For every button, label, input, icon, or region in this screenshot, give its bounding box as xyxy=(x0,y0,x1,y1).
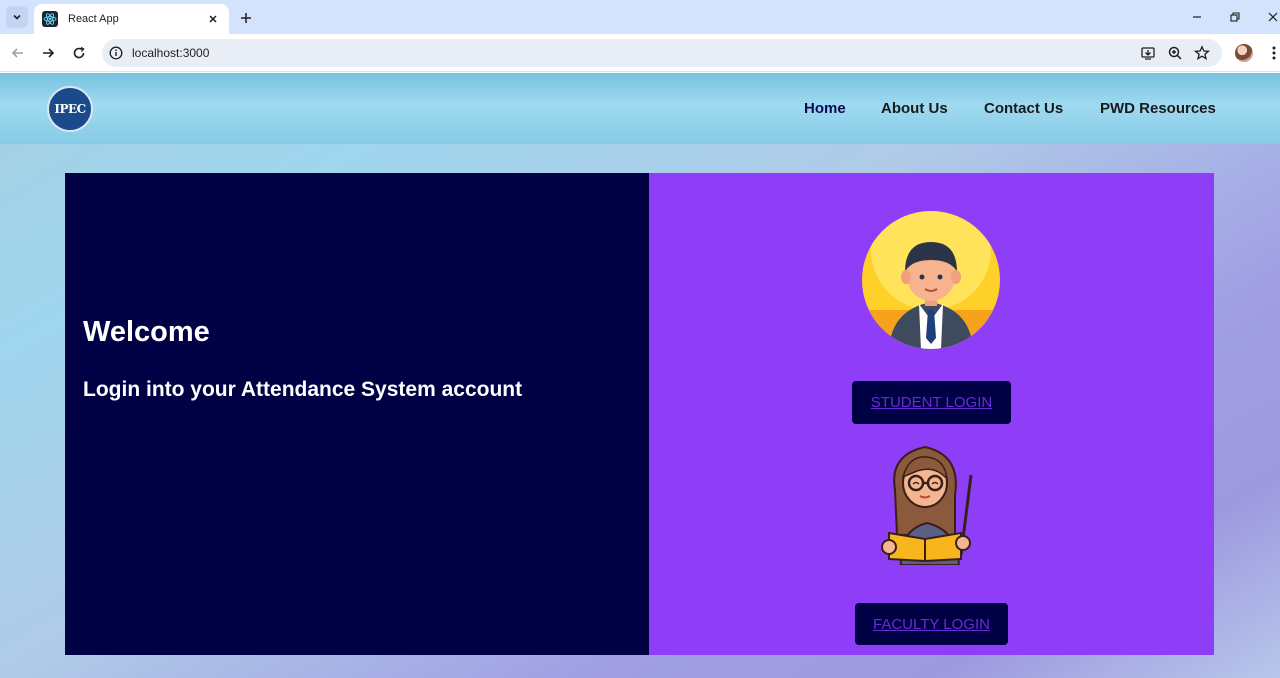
back-icon[interactable] xyxy=(8,43,28,63)
install-app-icon[interactable] xyxy=(1140,45,1156,61)
faculty-login-button[interactable]: FACULTY LOGIN xyxy=(855,603,1008,645)
profile-avatar[interactable] xyxy=(1235,44,1253,62)
site-header: IPEC Home About Us Contact Us PWD Resour… xyxy=(0,73,1280,144)
welcome-subtitle: Login into your Attendance System accoun… xyxy=(83,378,523,401)
forward-icon[interactable] xyxy=(38,43,58,63)
close-tab-icon[interactable] xyxy=(205,11,221,27)
reload-icon[interactable] xyxy=(69,43,89,63)
page-viewport: IPEC Home About Us Contact Us PWD Resour… xyxy=(0,73,1280,678)
minimize-icon[interactable] xyxy=(1187,8,1207,26)
url-text: localhost:3000 xyxy=(132,46,210,60)
tab-title: React App xyxy=(68,13,119,25)
restore-icon[interactable] xyxy=(1225,8,1245,26)
bookmark-star-icon[interactable] xyxy=(1194,45,1210,61)
login-panel: STUDENT LOGIN FACULTY LOGIN xyxy=(649,173,1214,655)
tab-search-button[interactable] xyxy=(6,6,28,28)
info-icon[interactable] xyxy=(109,46,123,60)
nav-home[interactable]: Home xyxy=(804,100,846,117)
browser-toolbar: localhost:3000 xyxy=(0,34,1280,72)
chevron-down-icon xyxy=(13,14,21,20)
browser-tab-bar: React App xyxy=(0,0,1280,34)
nav-about-us[interactable]: About Us xyxy=(881,100,948,117)
nav-contact-us[interactable]: Contact Us xyxy=(984,100,1063,117)
faculty-avatar-icon xyxy=(881,445,973,565)
student-login-button[interactable]: STUDENT LOGIN xyxy=(852,381,1011,424)
faculty-login-link[interactable]: FACULTY LOGIN xyxy=(873,616,990,633)
close-window-icon[interactable] xyxy=(1263,8,1280,26)
ipec-logo[interactable]: IPEC xyxy=(47,86,93,132)
welcome-panel: Welcome Login into your Attendance Syste… xyxy=(65,173,649,655)
more-menu-icon[interactable] xyxy=(1266,44,1280,62)
welcome-title: Welcome xyxy=(83,316,210,348)
react-icon xyxy=(42,11,58,27)
nav-pwd-resources[interactable]: PWD Resources xyxy=(1100,100,1216,117)
address-bar[interactable]: localhost:3000 xyxy=(102,39,1222,67)
logo-text: IPEC xyxy=(54,102,86,116)
student-avatar-icon xyxy=(862,211,1000,349)
browser-tab[interactable]: React App xyxy=(34,4,229,34)
student-login-link[interactable]: STUDENT LOGIN xyxy=(871,394,992,411)
new-tab-icon[interactable] xyxy=(236,8,256,28)
zoom-icon[interactable] xyxy=(1167,45,1183,61)
